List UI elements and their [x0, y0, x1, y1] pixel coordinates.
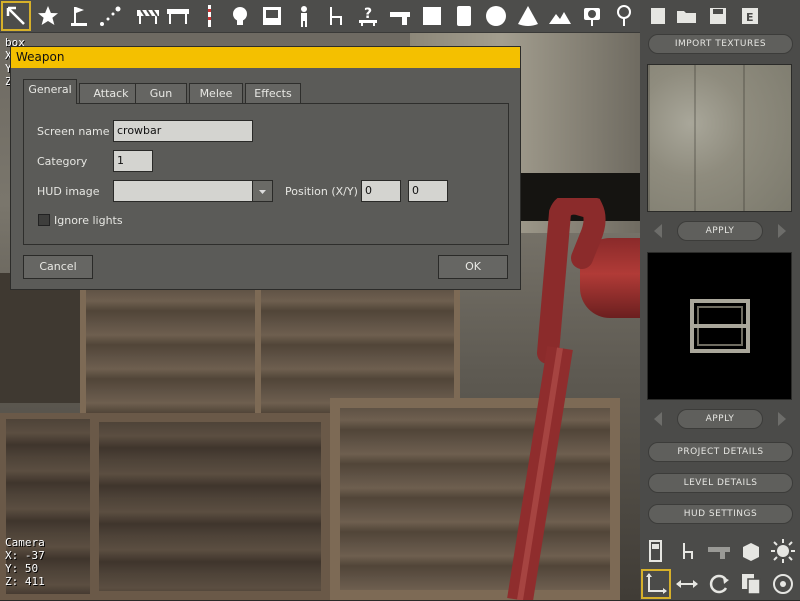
gun-icon[interactable]: [386, 2, 414, 30]
level-details-button[interactable]: LEVEL DETAILS: [648, 473, 793, 493]
door-icon[interactable]: [450, 2, 478, 30]
model-prev-arrow[interactable]: [654, 412, 662, 426]
cube-icon[interactable]: [738, 538, 764, 564]
target-icon[interactable]: [770, 571, 796, 597]
camera-y: Y: 50: [5, 562, 39, 575]
texture-preview[interactable]: [647, 64, 792, 212]
ignore-lights-label: Ignore lights: [54, 214, 123, 227]
resize-icon[interactable]: [674, 571, 700, 597]
terrain-icon[interactable]: [546, 2, 574, 30]
question-sign-icon[interactable]: ?: [354, 2, 382, 30]
camera-z: Z: 411: [5, 575, 45, 588]
model-thumbnail: [690, 299, 750, 353]
toolbar: ?: [0, 0, 640, 33]
move-axis-icon: [646, 573, 667, 594]
project-details-button[interactable]: PROJECT DETAILS: [648, 442, 793, 462]
crate: [90, 413, 330, 600]
barrier-icon[interactable]: [164, 2, 192, 30]
select-arrow-icon[interactable]: [1, 1, 31, 31]
divider-icon[interactable]: [195, 2, 223, 30]
open-folder-icon[interactable]: [676, 6, 700, 26]
screen-name-label: Screen name: [37, 125, 110, 138]
ignore-lights-checkbox[interactable]: [38, 214, 50, 226]
tree-icon[interactable]: [610, 2, 638, 30]
svg-text:?: ?: [364, 6, 372, 22]
flag-icon[interactable]: [66, 2, 94, 30]
svg-text:E: E: [746, 11, 754, 24]
texture-next-arrow[interactable]: [778, 224, 786, 238]
rotate-icon[interactable]: [706, 571, 732, 597]
copy-icon[interactable]: [738, 571, 764, 597]
cancel-button[interactable]: Cancel: [23, 255, 93, 279]
position-x-input[interactable]: 0: [361, 180, 401, 202]
cone-icon[interactable]: [514, 2, 542, 30]
category-input[interactable]: 1: [113, 150, 153, 172]
sphere-icon[interactable]: [482, 2, 510, 30]
hud-image-dropdown-button[interactable]: [252, 180, 273, 202]
path-icon[interactable]: [96, 2, 124, 30]
barrier-icon[interactable]: [134, 2, 162, 30]
weapon-dialog: Weapon General Attack Gun Melee Effects …: [10, 46, 521, 290]
chevron-down-icon: [259, 190, 266, 194]
new-file-icon[interactable]: [648, 6, 668, 26]
chair-icon[interactable]: [322, 2, 350, 30]
tab-attack[interactable]: Attack: [79, 83, 143, 103]
export-icon[interactable]: E: [740, 6, 760, 26]
tab-gun[interactable]: Gun: [135, 83, 187, 103]
move-axis-tool[interactable]: [641, 569, 671, 599]
save-icon[interactable]: [708, 6, 728, 26]
door-small-icon[interactable]: [642, 538, 668, 564]
tab-melee[interactable]: Melee: [189, 83, 243, 103]
sign-icon[interactable]: [578, 2, 606, 30]
lightbulb-icon[interactable]: [226, 2, 254, 30]
dialog-title[interactable]: Weapon: [11, 47, 520, 68]
screen-icon[interactable]: [258, 2, 286, 30]
model-next-arrow[interactable]: [778, 412, 786, 426]
apply-model-button[interactable]: APPLY: [677, 409, 763, 429]
tab-general[interactable]: General: [23, 79, 77, 104]
hud-settings-button[interactable]: HUD SETTINGS: [648, 504, 793, 524]
position-y-input[interactable]: 0: [408, 180, 448, 202]
screen-name-input[interactable]: crowbar: [113, 120, 253, 142]
model-preview[interactable]: [647, 252, 792, 400]
position-label: Position (X/Y): [285, 185, 358, 198]
square-icon[interactable]: [418, 2, 446, 30]
camera-label: Camera: [5, 536, 45, 549]
category-label: Category: [37, 155, 88, 168]
person-icon[interactable]: [290, 2, 318, 30]
tab-effects[interactable]: Effects: [245, 83, 301, 103]
hud-image-select[interactable]: [113, 180, 253, 202]
camera-info: Camera X: -37 Y: 50 Z: 411: [5, 536, 45, 588]
import-textures-button[interactable]: IMPORT TEXTURES: [648, 34, 793, 54]
sun-icon[interactable]: [770, 538, 796, 564]
star-icon[interactable]: [34, 2, 62, 30]
chair-small-icon[interactable]: [674, 538, 700, 564]
camera-x: X: -37: [5, 549, 45, 562]
hud-image-label: HUD image: [37, 185, 100, 198]
texture-prev-arrow[interactable]: [654, 224, 662, 238]
ok-button[interactable]: OK: [438, 255, 508, 279]
apply-texture-button[interactable]: APPLY: [677, 221, 763, 241]
gun-small-icon[interactable]: [706, 538, 732, 564]
